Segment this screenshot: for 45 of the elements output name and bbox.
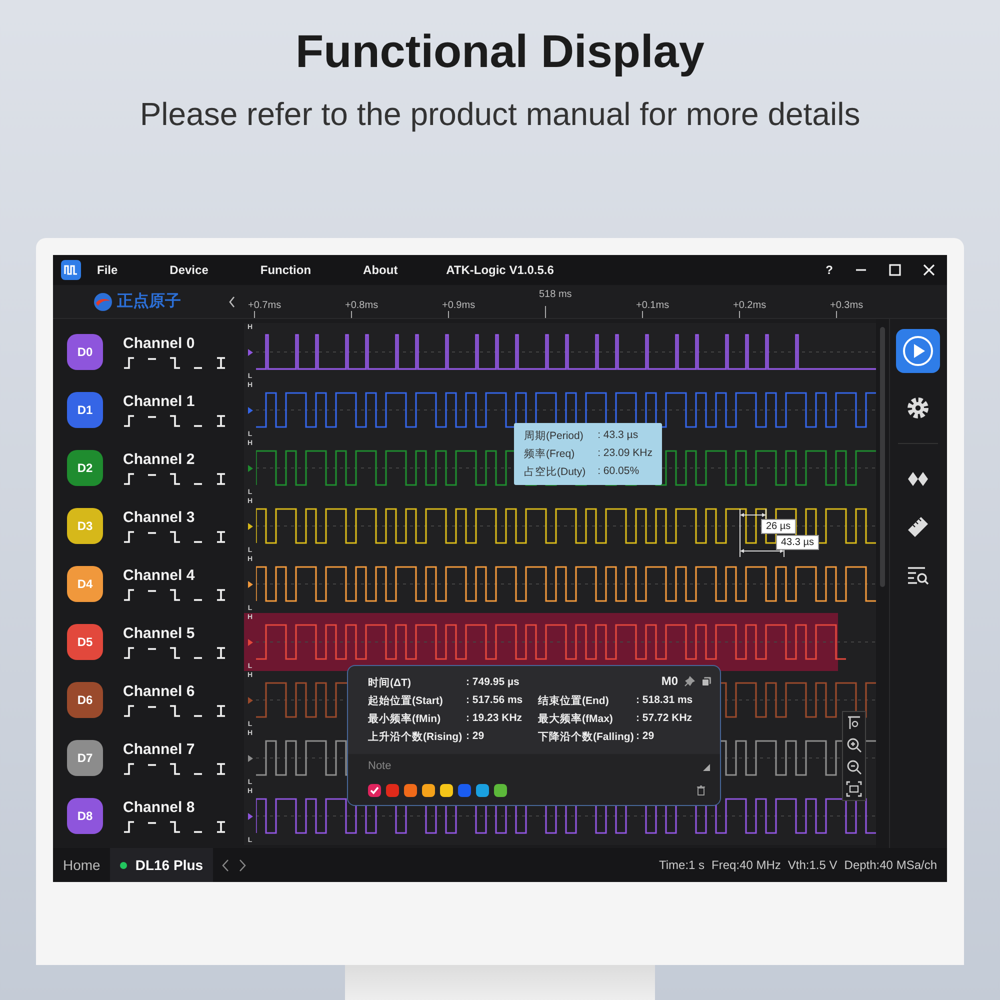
channel-name: Channel 7 — [123, 741, 196, 758]
channel-name: Channel 4 — [123, 567, 196, 584]
time-label: 518 ms — [539, 289, 573, 300]
time-label: +0.7ms — [248, 300, 282, 311]
measure-label: 最小频率(fMin) — [368, 712, 442, 726]
measure-label: 占空比(Duty) — [524, 465, 586, 479]
measure-value: : 517.56 ms — [466, 694, 524, 708]
measure-value: : 19.23 KHz — [466, 712, 524, 726]
brand-name: 正点原子 — [117, 292, 181, 312]
measure-value: : 518.31 ms — [636, 694, 694, 708]
time-label: +0.2ms — [733, 300, 768, 311]
channel-name: Channel 8 — [123, 799, 196, 816]
time-label: +0.1ms — [636, 300, 670, 311]
page-heading: Functional Display — [296, 24, 704, 78]
measure-label: 频率(Freq) — [524, 447, 576, 461]
time-label: +0.8ms — [345, 300, 380, 311]
measure-value: : 23.09 KHz — [598, 447, 652, 461]
status-text: Time:1 s — [658, 858, 705, 872]
measure-label: 上升沿个数(Rising) — [368, 730, 464, 744]
dimension-label: 43.3 µs — [776, 535, 820, 550]
channel-name: Channel 3 — [123, 509, 196, 526]
channel-name: Channel 5 — [123, 625, 196, 642]
time-label: +0.3ms — [830, 300, 864, 311]
status-text: Depth:40 MSa/ch — [844, 858, 937, 872]
channel-name: Channel 2 — [123, 451, 196, 468]
time-label: +0.9ms — [442, 300, 476, 311]
page-subheading: Please refer to the product manual for more details — [140, 96, 860, 133]
measure-label: 时间(ΔT) — [368, 676, 412, 690]
measure-label: 结束位置(End) — [538, 694, 610, 708]
measure-label: 最大频率(fMax) — [538, 712, 614, 726]
channel-name: Channel 6 — [123, 683, 196, 700]
measure-value: : 749.95 µs — [466, 676, 520, 690]
measure-value: : 60.05% — [598, 465, 640, 479]
measure-value: : 57.72 KHz — [636, 712, 694, 726]
marker-tag: M0 — [661, 674, 678, 688]
measure-label: 起始位置(Start) — [368, 694, 444, 708]
measure-value: : 29 — [636, 730, 656, 744]
channel-name: Channel 0 — [123, 335, 196, 352]
dimension-label: 26 µs — [761, 519, 796, 534]
status-text: Freq:40 MHz — [712, 858, 781, 872]
measure-label: 下降沿个数(Falling) — [538, 730, 635, 744]
status-text: Vth:1.5 V — [788, 858, 838, 872]
channel-name: Channel 1 — [123, 393, 196, 410]
measure-value: : 29 — [466, 730, 486, 744]
window-title: ATK-Logic V1.0.5.6 — [446, 263, 554, 277]
